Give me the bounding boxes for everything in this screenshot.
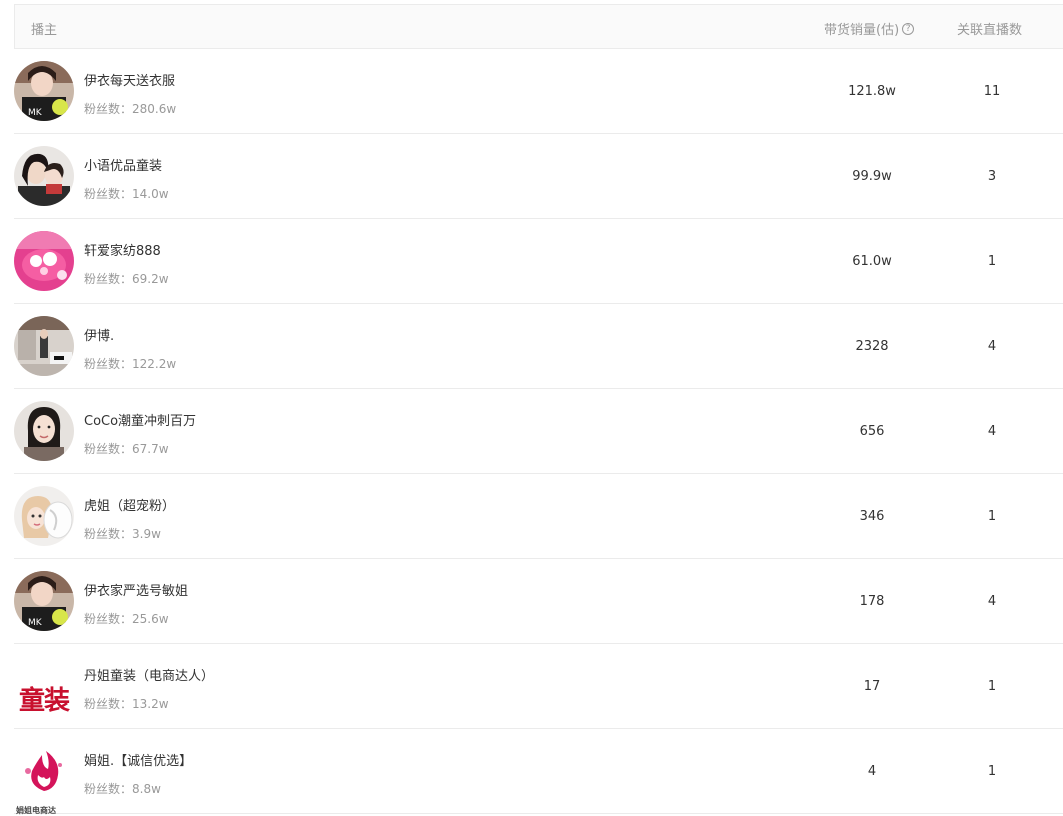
streamer-name[interactable]: 小语优品童装 — [84, 155, 162, 174]
live-count: 4 — [987, 339, 997, 354]
fans-count: 粉丝数：14.0w — [84, 187, 169, 201]
sales-estimate: 178 — [859, 594, 885, 609]
streamer-name[interactable]: 娟姐.【诚信优选】 — [84, 750, 192, 769]
streamer-name[interactable]: 丹姐童装（电商达人） — [84, 665, 214, 684]
logo-text: 童装 — [18, 686, 70, 716]
fans-count: 粉丝数：13.2w — [84, 697, 169, 711]
fans-count: 粉丝数：8.8w — [84, 782, 161, 796]
streamer-name[interactable]: CoCo潮童冲刺百万 — [84, 410, 196, 429]
sales-estimate: 2328 — [855, 339, 889, 354]
help-icon[interactable]: ? — [902, 22, 915, 35]
column-header-sales-label: 带货销量(估) — [824, 23, 900, 38]
svg-text:MK: MK — [28, 618, 43, 628]
avatar[interactable] — [14, 486, 74, 546]
table-row[interactable]: 伊博. 粉丝数：122.2w 2328 4 — [14, 304, 1063, 389]
table-row[interactable]: 轩爱家纺888 粉丝数：69.2w 61.0w 1 — [14, 219, 1063, 304]
streamer-name[interactable]: 伊衣每天送衣服 — [84, 70, 175, 89]
streamer-name[interactable]: 伊博. — [84, 325, 114, 344]
fans-count: 粉丝数：25.6w — [84, 612, 169, 626]
table-row[interactable]: MK 伊衣每天送衣服 粉丝数：280.6w 121.8w 11 — [14, 49, 1063, 134]
table-row[interactable]: 童装 丹姐童装（电商达人） 粉丝数：13.2w 17 1 — [14, 644, 1063, 729]
live-count: 1 — [987, 679, 997, 694]
avatar[interactable]: 童装 — [14, 656, 74, 716]
column-header-anchor[interactable]: 播主 — [31, 19, 57, 38]
streamer-name[interactable]: 轩爱家纺888 — [84, 240, 161, 259]
sales-estimate: 17 — [863, 679, 881, 694]
avatar[interactable] — [14, 231, 74, 291]
avatar[interactable] — [14, 401, 74, 461]
fans-count: 粉丝数：280.6w — [84, 102, 177, 116]
avatar[interactable]: MK — [14, 61, 74, 121]
table-row[interactable]: CoCo潮童冲刺百万 粉丝数：67.7w 656 4 — [14, 389, 1063, 474]
table-header: 播主 带货销量(估) ? 关联直播数 — [14, 4, 1063, 49]
fans-count: 粉丝数：67.7w — [84, 442, 169, 456]
sales-estimate: 656 — [859, 424, 885, 439]
live-count: 1 — [987, 509, 997, 524]
streamer-name[interactable]: 虎姐（超宠粉） — [84, 495, 175, 514]
sales-estimate: 121.8w — [848, 84, 896, 99]
sales-estimate: 61.0w — [852, 254, 892, 269]
sales-estimate: 4 — [867, 764, 877, 779]
live-count: 4 — [987, 594, 997, 609]
live-count: 1 — [987, 764, 997, 779]
table-row[interactable]: MK 伊衣家严选号敏姐 粉丝数：25.6w 178 4 — [14, 559, 1063, 644]
live-count: 3 — [987, 169, 997, 184]
avatar[interactable] — [14, 316, 74, 376]
flame-logo-icon — [14, 741, 74, 801]
live-count: 4 — [987, 424, 997, 439]
table-row[interactable]: 娟姐电商达 娟姐.【诚信优选】 粉丝数：8.8w 4 1 — [14, 729, 1063, 815]
table-row[interactable]: 小语优品童装 粉丝数：14.0w 99.9w 3 — [14, 134, 1063, 219]
fans-count: 粉丝数：69.2w — [84, 272, 169, 286]
svg-text:MK: MK — [28, 108, 43, 118]
fans-count: 粉丝数：3.9w — [84, 527, 161, 541]
column-header-live-count[interactable]: 关联直播数 — [957, 19, 1022, 38]
live-count: 1 — [987, 254, 997, 269]
avatar[interactable] — [14, 146, 74, 206]
table-row[interactable]: 虎姐（超宠粉） 粉丝数：3.9w 346 1 — [14, 474, 1063, 559]
avatar[interactable]: MK — [14, 571, 74, 631]
column-header-sales[interactable]: 带货销量(估) ? — [824, 19, 915, 38]
streamer-table: 播主 带货销量(估) ? 关联直播数 MK 伊衣每天送衣服 粉丝数：280.6w… — [14, 4, 1063, 815]
sales-estimate: 346 — [859, 509, 885, 524]
sales-estimate: 99.9w — [852, 169, 892, 184]
fans-count: 粉丝数：122.2w — [84, 357, 177, 371]
avatar[interactable]: 娟姐电商达 — [14, 741, 74, 815]
logo-caption: 娟姐电商达 — [16, 806, 56, 815]
live-count: 11 — [983, 84, 1001, 99]
streamer-name[interactable]: 伊衣家严选号敏姐 — [84, 580, 188, 599]
